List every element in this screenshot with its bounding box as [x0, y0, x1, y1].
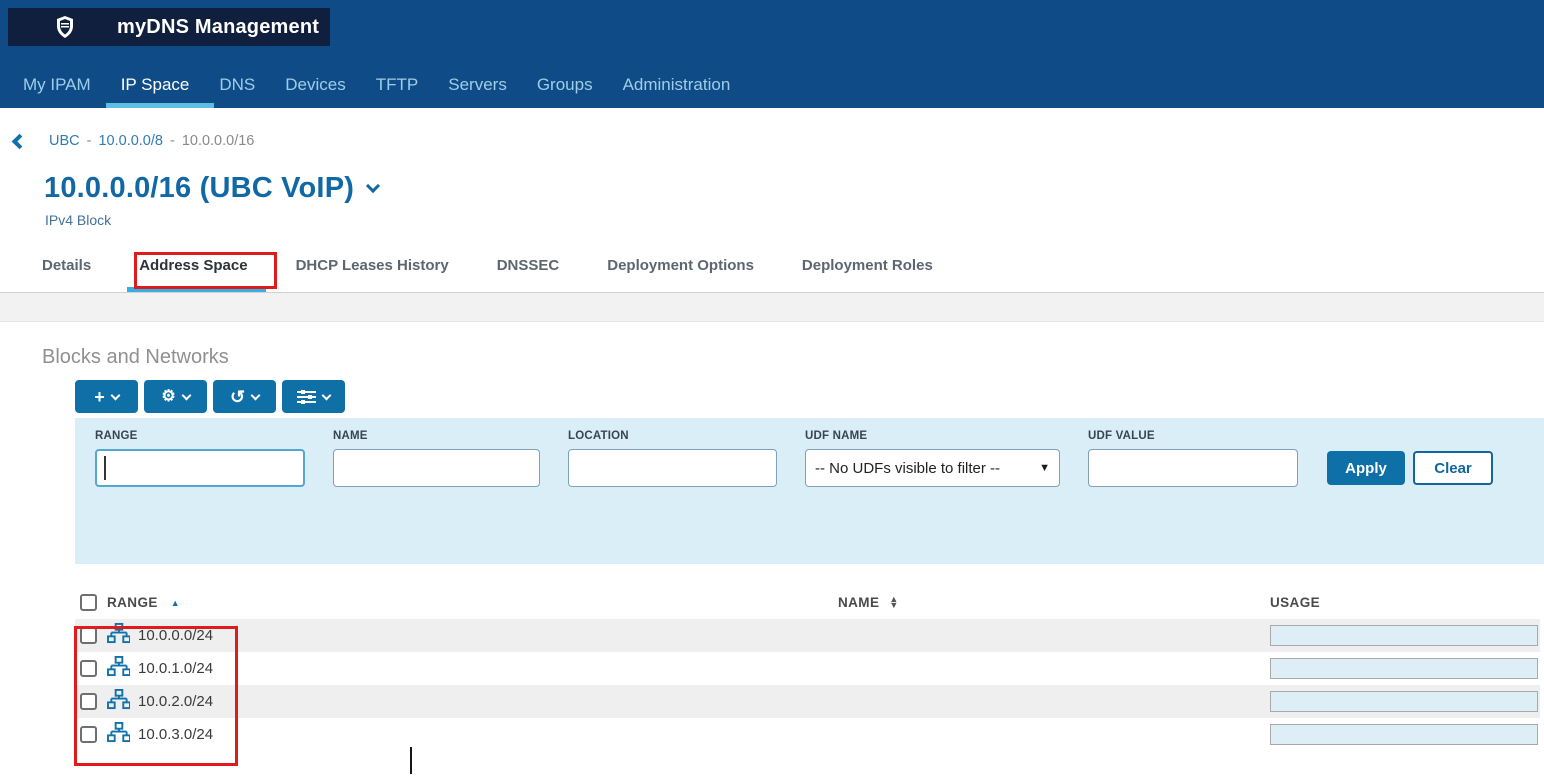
name-filter-input[interactable]	[333, 449, 540, 487]
select-all-checkbox[interactable]	[80, 594, 97, 611]
breadcrumb-link-slash8[interactable]: 10.0.0.0/8	[98, 133, 163, 149]
history-icon: ↺	[230, 388, 245, 406]
usage-bar	[1270, 625, 1538, 646]
logo-box: myDNS Management	[8, 8, 330, 46]
table-header-row: RANGE ▲ NAME ▲▼ USAGE	[75, 586, 1540, 619]
usage-bar	[1270, 724, 1538, 745]
row-checkbox[interactable]	[80, 726, 97, 743]
chevron-down-icon	[251, 390, 261, 400]
page-subtitle: IPv4 Block	[45, 212, 1544, 228]
location-filter-input[interactable]	[568, 449, 777, 487]
nav-item-tftp[interactable]: TFTP	[361, 62, 434, 108]
gear-icon: ⚙	[161, 389, 175, 405]
tab-details[interactable]: Details	[42, 249, 91, 292]
app-header: myDNS Management My IPAM IP Space DNS De…	[0, 0, 1544, 108]
range-link[interactable]: 10.0.0.0/24	[138, 627, 213, 644]
sort-both-icon[interactable]: ▲▼	[889, 597, 898, 608]
nav-item-devices[interactable]: Devices	[270, 62, 360, 108]
tab-bar: Details Address Space DHCP Leases Histor…	[0, 249, 1544, 293]
udf-name-selected-option: -- No UDFs visible to filter --	[815, 460, 1000, 477]
sliders-icon	[297, 390, 316, 404]
settings-button[interactable]: ⚙	[144, 380, 207, 413]
usage-bar	[1270, 691, 1538, 712]
filter-panel: RANGE NAME LOCATION UDF NAME -- No UDFs …	[75, 418, 1544, 564]
range-filter-input[interactable]	[95, 449, 305, 487]
udf-name-filter-label: UDF NAME	[805, 430, 1060, 442]
network-icon	[107, 722, 130, 748]
nav-item-ip-space[interactable]: IP Space	[106, 62, 205, 108]
main-nav: My IPAM IP Space DNS Devices TFTP Server…	[0, 62, 1544, 108]
range-link[interactable]: 10.0.1.0/24	[138, 660, 213, 677]
network-icon	[107, 689, 130, 715]
udf-value-filter-label: UDF VALUE	[1088, 430, 1298, 442]
tab-deployment-roles[interactable]: Deployment Roles	[802, 249, 933, 292]
network-icon	[107, 656, 130, 682]
table-row[interactable]: 10.0.2.0/24	[75, 685, 1540, 718]
table-row[interactable]: 10.0.0.0/24	[75, 619, 1540, 652]
column-header-usage: USAGE	[1270, 595, 1320, 610]
apply-button[interactable]: Apply	[1327, 451, 1405, 485]
breadcrumb-link-ubc[interactable]: UBC	[49, 133, 80, 149]
title-dropdown-chevron-icon[interactable]	[366, 179, 380, 193]
range-link[interactable]: 10.0.2.0/24	[138, 693, 213, 710]
ubc-crest-icon	[55, 15, 75, 39]
screen: myDNS Management My IPAM IP Space DNS De…	[0, 0, 1544, 778]
clear-button[interactable]: Clear	[1413, 451, 1493, 485]
sort-ascending-icon[interactable]: ▲	[171, 598, 180, 608]
row-checkbox[interactable]	[80, 627, 97, 644]
range-link[interactable]: 10.0.3.0/24	[138, 726, 213, 743]
blocks-networks-table: RANGE ▲ NAME ▲▼ USAGE 10.0.0.0/24	[75, 586, 1540, 751]
range-filter-label: RANGE	[95, 430, 305, 442]
nav-item-dns[interactable]: DNS	[204, 62, 270, 108]
tab-address-space[interactable]: Address Space	[139, 249, 247, 292]
sub-tab-strip	[0, 293, 1544, 322]
history-button[interactable]: ↺	[213, 380, 276, 413]
udf-value-filter-input[interactable]	[1088, 449, 1298, 487]
chevron-down-icon	[110, 390, 120, 400]
table-row[interactable]: 10.0.1.0/24	[75, 652, 1540, 685]
breadcrumb-separator: -	[87, 133, 92, 149]
breadcrumb: UBC - 10.0.0.0/8 - 10.0.0.0/16	[12, 130, 1544, 152]
select-arrow-icon: ▼	[1039, 462, 1050, 474]
title-row: 10.0.0.0/16 (UBC VoIP)	[44, 170, 1544, 206]
tab-deployment-options[interactable]: Deployment Options	[607, 249, 754, 292]
nav-item-groups[interactable]: Groups	[522, 62, 608, 108]
row-checkbox[interactable]	[80, 660, 97, 677]
network-icon	[107, 623, 130, 649]
back-chevron-icon[interactable]	[12, 133, 28, 149]
table-row[interactable]: 10.0.3.0/24	[75, 718, 1540, 751]
text-caret	[410, 747, 412, 774]
chevron-down-icon	[322, 390, 332, 400]
column-header-name[interactable]: NAME	[838, 595, 879, 610]
page-title: 10.0.0.0/16 (UBC VoIP)	[44, 172, 354, 205]
udf-name-select[interactable]: -- No UDFs visible to filter -- ▼	[805, 449, 1060, 487]
breadcrumb-separator: -	[170, 133, 175, 149]
nav-item-administration[interactable]: Administration	[608, 62, 746, 108]
tab-dhcp-leases-history[interactable]: DHCP Leases History	[296, 249, 449, 292]
usage-bar	[1270, 658, 1538, 679]
tab-dnssec[interactable]: DNSSEC	[497, 249, 560, 292]
plus-icon: +	[94, 388, 105, 406]
add-button[interactable]: +	[75, 380, 138, 413]
row-checkbox[interactable]	[80, 693, 97, 710]
nav-item-my-ipam[interactable]: My IPAM	[8, 62, 106, 108]
chevron-down-icon	[181, 390, 191, 400]
toolbar: + ⚙ ↺	[75, 380, 1544, 413]
app-title: myDNS Management	[117, 16, 319, 39]
breadcrumb-current: 10.0.0.0/16	[182, 133, 255, 149]
name-filter-label: NAME	[333, 430, 540, 442]
nav-item-servers[interactable]: Servers	[433, 62, 522, 108]
section-heading: Blocks and Networks	[42, 346, 1544, 369]
text-caret	[104, 456, 106, 480]
location-filter-label: LOCATION	[568, 430, 777, 442]
column-header-range[interactable]: RANGE	[107, 595, 158, 610]
view-options-button[interactable]	[282, 380, 345, 413]
